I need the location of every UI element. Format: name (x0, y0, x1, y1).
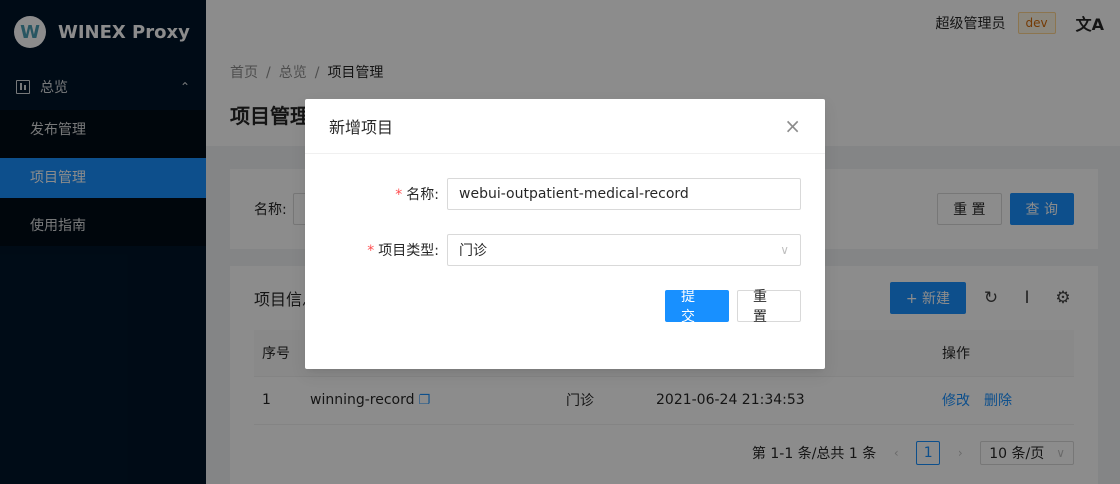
modal-header: 新增项目 × (305, 99, 825, 154)
form-row-type: * 项目类型: 门诊 ∨ (329, 234, 801, 266)
form-actions: 提 交 重 置 (329, 289, 801, 325)
chevron-down-icon: ∨ (780, 243, 789, 257)
name-input-value: webui-outpatient-medical-record (459, 186, 689, 202)
name-label-text: 名称: (406, 187, 439, 203)
name-label: * 名称: (329, 184, 447, 204)
form-row-name: * 名称: webui-outpatient-medical-record (329, 178, 801, 210)
type-label: * 项目类型: (329, 240, 447, 260)
modal-body: * 名称: webui-outpatient-medical-record * 项目… (305, 154, 825, 346)
required-mark: * (367, 243, 375, 259)
submit-button[interactable]: 提 交 (665, 289, 729, 325)
type-select-value: 门诊 (459, 243, 487, 259)
type-select[interactable]: 门诊 ∨ (447, 234, 801, 266)
type-label-text: 项目类型: (378, 243, 439, 259)
modal-title: 新增项目 (329, 118, 394, 137)
reset-button[interactable]: 重 置 (737, 289, 801, 325)
name-input[interactable]: webui-outpatient-medical-record (447, 178, 801, 210)
required-mark: * (395, 187, 403, 203)
new-project-modal: 新增项目 × * 名称: webui-outpatient-medical-rec… (305, 99, 825, 369)
close-icon[interactable]: × (784, 114, 801, 138)
